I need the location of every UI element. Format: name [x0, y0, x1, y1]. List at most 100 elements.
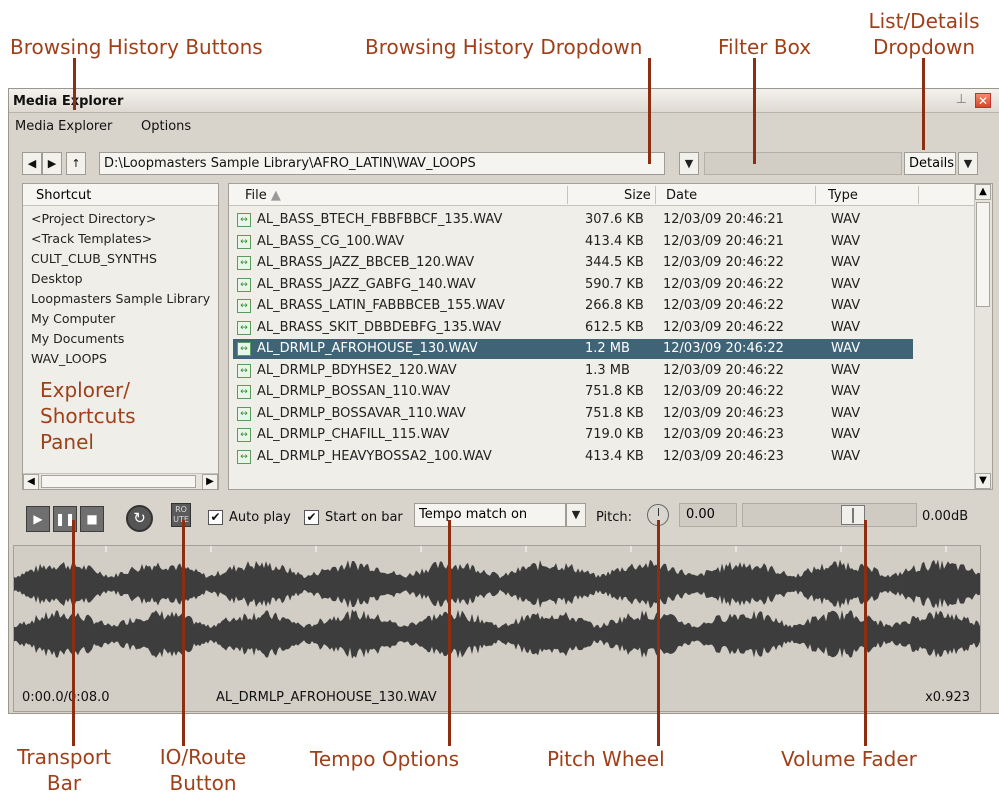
file-type-cell: WAV [831, 405, 861, 421]
history-dropdown-button[interactable]: ▼ [679, 152, 699, 175]
file-type-cell: WAV [831, 384, 861, 399]
shortcuts-panel: Shortcut <Project Directory> <Track Templ… [22, 183, 219, 490]
file-row[interactable]: ↔ AL_DRMLP_CHAFILL_115.WAV 719.0 KB 12/03/0… [233, 425, 913, 445]
file-row[interactable]: ↔ AL_BRASS_JAZZ_GABFG_140.WAV 590.7 KB 12/0… [233, 275, 913, 295]
filter-box[interactable] [704, 152, 902, 175]
file-size-cell: 266.8 KB [585, 298, 644, 313]
shortcut-header[interactable]: Shortcut [23, 184, 218, 206]
playback-time: 0:00.0/0:08.0 [22, 690, 110, 705]
file-size-cell: 413.4 KB [585, 233, 644, 249]
callout-transport-line1: Transport [17, 745, 111, 769]
audio-file-icon: ↔ [237, 299, 251, 313]
col-separator[interactable] [567, 186, 568, 204]
menu-media-explorer[interactable]: Media Explorer [15, 119, 112, 134]
file-row[interactable]: ↔ AL_BASS_BTECH_FBBFBBCF_135.WAV 307.6 KB 1… [233, 210, 913, 230]
scroll-left-button[interactable]: ◀ [23, 474, 39, 489]
file-row[interactable]: ↔ AL_BRASS_JAZZ_BBCEB_120.WAV 344.5 KB 12/0… [233, 253, 913, 273]
history-forward-button[interactable]: ▶ [42, 152, 62, 175]
file-row[interactable]: ↔ AL_BRASS_LATIN_FABBBCEB_155.WAV 266.8 KB… [233, 296, 913, 316]
waveform-channel-2 [14, 609, 980, 659]
shortcut-item[interactable]: WAV_LOOPS [31, 351, 107, 366]
file-date-cell: 12/03/09 20:46:22 [663, 255, 784, 270]
file-size-cell: 751.8 KB [585, 405, 644, 421]
volume-fader-knob[interactable] [841, 505, 865, 525]
scroll-thumb[interactable] [976, 202, 990, 307]
file-list-panel: File ▲ Size Date Type ↔ AL_BASS_BTECH_FBB… [228, 183, 993, 490]
tempo-options-dropdown[interactable]: Tempo match on [414, 503, 566, 527]
file-name-cell: AL_BRASS_JAZZ_BBCEB_120.WAV [257, 255, 475, 270]
stop-icon: ■ [86, 512, 98, 526]
browsing-history-dropdown[interactable]: D:\Loopmasters Sample Library\AFRO_LATIN… [99, 152, 665, 175]
callout-list-details-line2: Dropdown [872, 35, 976, 59]
callout-transport-line2: Bar [46, 771, 82, 795]
file-row[interactable]: ↔ AL_DRMLP_HEAVYBOSSA2_100.WAV 413.4 KB 12/… [233, 447, 913, 467]
waveform-graphic [14, 546, 980, 659]
shortcut-item[interactable]: My Documents [31, 331, 124, 346]
file-type-cell: WAV [831, 212, 861, 227]
scroll-up-button[interactable]: ▲ [975, 184, 991, 200]
file-row[interactable]: ↔ AL_BASS_CG_100.WAV 413.4 KB 12/03/09 20:4… [233, 232, 913, 252]
parent-folder-button[interactable]: ↑ [66, 152, 86, 175]
file-row[interactable]: ↔ AL_DRMLP_BOSSAVAR_110.WAV 751.8 KB 12/03/… [233, 404, 913, 424]
leader-fader [864, 520, 867, 746]
tempo-dropdown-button[interactable]: ▼ [566, 503, 586, 527]
file-row[interactable]: ↔ AL_DRMLP_BDYHSE2_120.WAV 1.3 MB 12/03/09 … [233, 361, 913, 381]
callout-tempo-options: Tempo Options [310, 747, 460, 771]
file-date-cell: 12/03/09 20:46:22 [663, 384, 784, 399]
shortcut-item[interactable]: Desktop [31, 271, 83, 286]
io-route-button[interactable]: RO UTE [171, 503, 191, 527]
view-mode-dropdown[interactable]: Details [904, 152, 956, 175]
file-name-cell: AL_DRMLP_BDYHSE2_120.WAV [257, 362, 457, 378]
col-header-type[interactable]: Type [828, 188, 858, 203]
file-list-header: File ▲ Size Date Type [229, 184, 992, 206]
shortcut-item[interactable]: CULT_CLUB_SYNTHS [31, 251, 157, 266]
menu-options[interactable]: Options [141, 119, 191, 134]
shortcut-item[interactable]: <Project Directory> [31, 211, 156, 226]
stop-button[interactable]: ■ [80, 506, 104, 532]
pitch-value-field[interactable]: 0.00 [679, 503, 737, 527]
menu-bar: Media Explorer Options [9, 115, 999, 137]
shortcuts-hscrollbar[interactable]: ◀ ▶ [23, 473, 218, 489]
shortcut-item[interactable]: My Computer [31, 311, 115, 326]
scroll-right-button[interactable]: ▶ [202, 474, 218, 489]
callout-io-route-button: IO/Route Button [143, 744, 263, 796]
waveform-display[interactable]: 0:00.0/0:08.0 AL_DRMLP_AFROHOUSE_130.WAV… [13, 545, 981, 712]
file-row[interactable]: ↔ AL_DRMLP_BOSSAN_110.WAV 751.8 KB 12/03/09… [233, 382, 913, 402]
auto-play-checkbox[interactable]: ✔ [208, 510, 223, 525]
file-row[interactable]: ↔ AL_DRMLP_AFROHOUSE_130.WAV 1.2 MB 12/03/0… [233, 339, 913, 359]
start-on-bar-checkbox[interactable]: ✔ [304, 510, 319, 525]
scroll-thumb[interactable] [41, 475, 196, 488]
sort-ascending-icon: ▲ [270, 188, 281, 203]
file-date-cell: 12/03/09 20:46:23 [663, 405, 784, 421]
file-date-cell: 12/03/09 20:46:21 [663, 233, 784, 249]
shortcut-item[interactable]: Loopmasters Sample Library [31, 291, 210, 306]
play-button[interactable]: ▶ [26, 506, 50, 532]
col-separator[interactable] [655, 186, 656, 204]
audio-file-icon: ↔ [237, 256, 251, 270]
file-row[interactable]: ↔ AL_BRASS_SKIT_DBBDEBFG_135.WAV 612.5 KB 1… [233, 318, 913, 338]
volume-fader[interactable] [742, 503, 917, 527]
loop-button[interactable]: ↻ [126, 505, 153, 532]
col-separator[interactable] [918, 186, 919, 204]
shortcut-item[interactable]: <Track Templates> [31, 231, 152, 246]
callout-transport-bar: Transport Bar [4, 744, 124, 796]
file-name-cell: AL_DRMLP_AFROHOUSE_130.WAV [257, 341, 478, 356]
col-separator[interactable] [815, 186, 816, 204]
file-date-cell: 12/03/09 20:46:21 [663, 212, 784, 227]
title-bar[interactable]: Media Explorer ⊥ ✕ [9, 89, 999, 113]
history-back-button[interactable]: ◀ [22, 152, 42, 175]
scroll-down-button[interactable]: ▼ [975, 473, 991, 489]
audio-file-icon: ↔ [237, 342, 251, 356]
col-header-file[interactable]: File ▲ [245, 188, 281, 203]
close-button[interactable]: ✕ [975, 93, 991, 108]
audio-file-icon: ↔ [237, 234, 251, 249]
col-header-date[interactable]: Date [666, 188, 697, 203]
playback-rate: x0.923 [925, 690, 970, 705]
view-mode-dropdown-button[interactable]: ▼ [958, 152, 978, 175]
leader-pitch [657, 520, 660, 746]
file-size-cell: 307.6 KB [585, 212, 644, 227]
files-vscrollbar[interactable]: ▲ ▼ [974, 184, 992, 489]
col-header-size[interactable]: Size [624, 188, 651, 203]
file-type-cell: WAV [831, 448, 861, 464]
pin-icon[interactable]: ⊥ [956, 92, 967, 107]
